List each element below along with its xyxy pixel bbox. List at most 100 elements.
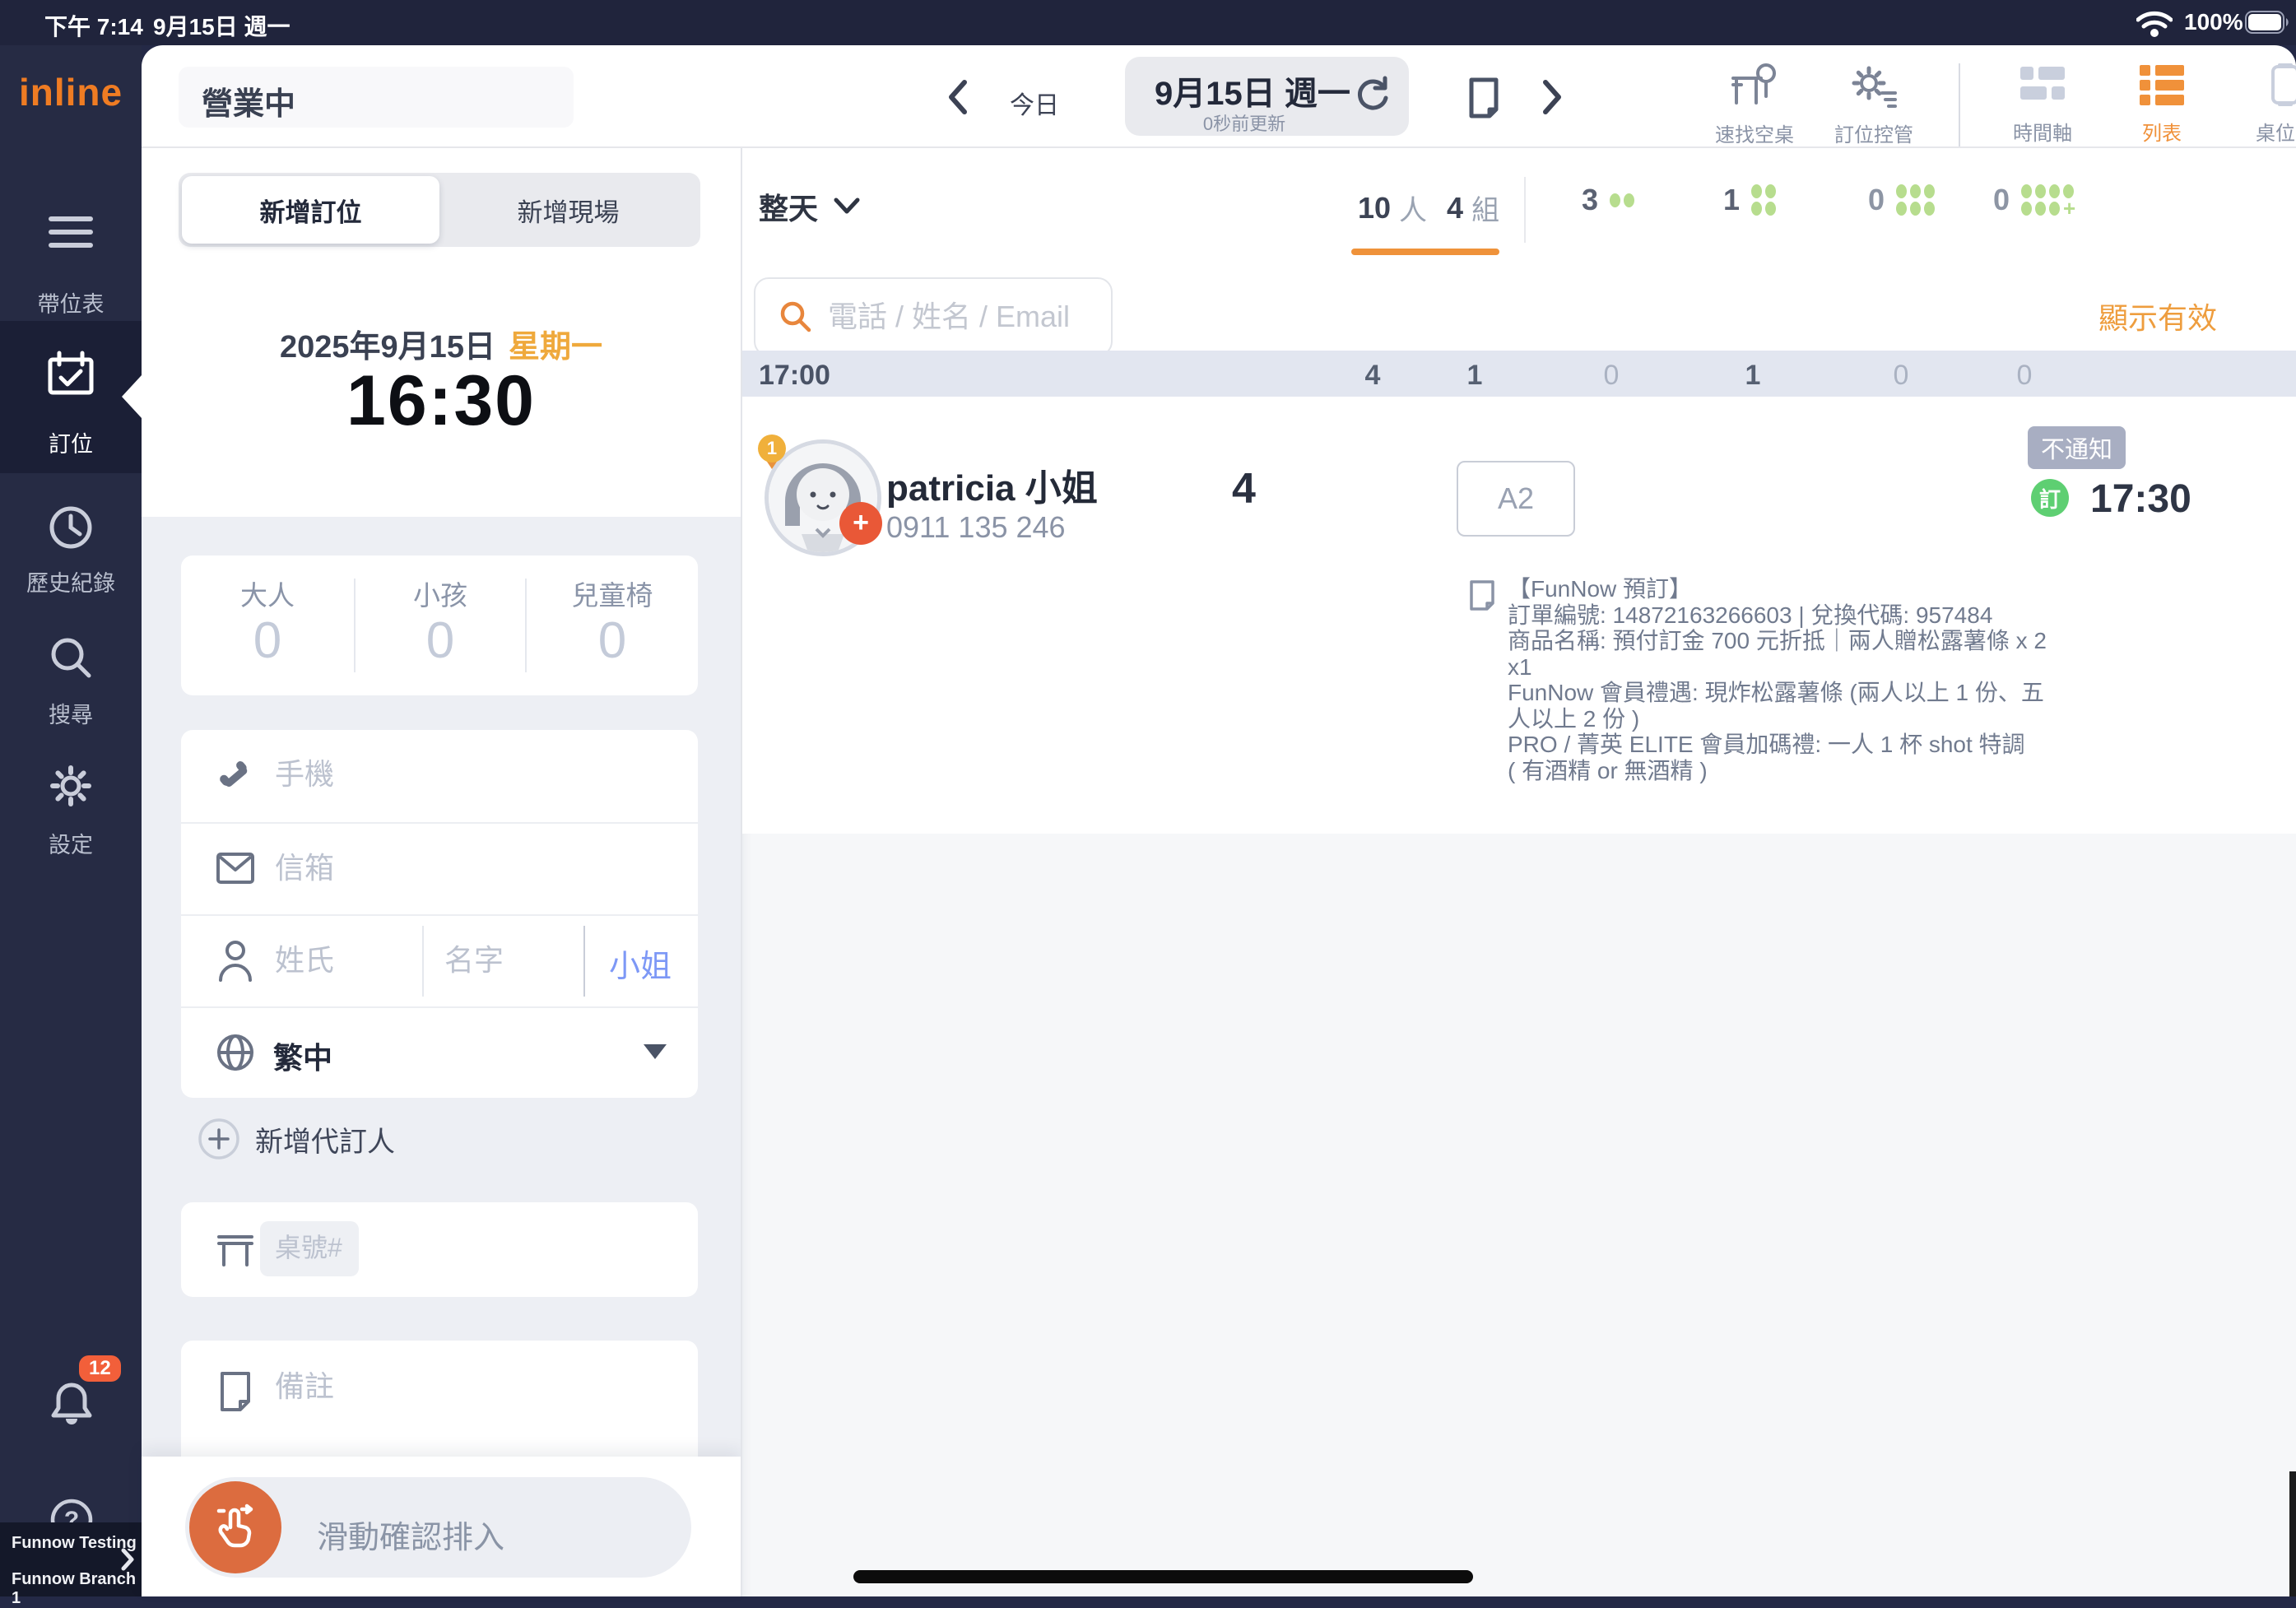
party-dots-6 [1896,184,1935,216]
time-label: 16:30 [346,361,536,440]
range-selector[interactable]: 整天 [759,185,861,228]
day-note-icon[interactable] [1465,77,1503,119]
booking-control-button[interactable]: 訂位控管 [1820,62,1927,147]
no-notify-badge: 不通知 [2028,426,2126,469]
sidebar-item-seating-list[interactable]: 帶位表 [0,181,142,321]
selected-date[interactable]: 2025年9月15日 星期一 [142,321,741,366]
filter-size-3-4[interactable]: 1 [1723,183,1776,217]
divider [583,926,585,997]
venue-switcher[interactable]: Funnow Testing Funnow Branch 1 [0,1522,142,1596]
panel-tabs: 新增訂位 新增現場 [179,173,700,247]
slot-count: 4 [1348,360,1397,392]
booking-control-gear-icon [1847,62,1900,109]
reservation-row[interactable]: 1 + patricia 小姐 0911 135 246 4 A2 不通知 訂 … [742,397,2296,834]
notification-badge: 12 [79,1355,121,1382]
honorific-selector[interactable]: 小姐 [609,941,672,986]
prev-day-button[interactable] [946,78,979,119]
filter-size-5-6[interactable]: 0 [1868,183,1935,217]
person-icon [217,939,253,982]
toolbar-label: 速找空桌 [1701,119,1808,147]
venue-name: Funnow Testing [12,1534,137,1553]
slider-label: 滑動確認排入 [317,1512,504,1557]
language-value: 繁中 [273,1034,332,1077]
sidebar-item-search[interactable]: 搜尋 [0,621,142,753]
filter-count: 0 [1868,183,1885,217]
status-time: 下午 7:14 [44,9,143,42]
funnow-badge: + [839,502,882,545]
bell-icon [48,1378,95,1429]
confirm-slider[interactable]: 滑動確認排入 [185,1477,691,1578]
reservation-time: 17:30 [2090,476,2191,522]
sidebar-item-settings[interactable]: 設定 [0,751,142,883]
phone-input[interactable] [273,756,672,792]
chevron-left-icon [946,78,969,116]
sidebar-item-history[interactable]: 歷史紀錄 [0,490,142,621]
first-name-input[interactable] [443,942,561,978]
filter-size-7-plus[interactable]: 0 + [1993,183,2074,217]
name-row: 小姐 [181,916,698,1006]
status-glyph: 訂 [2039,483,2061,514]
timeline-icon [2017,62,2068,108]
open-status-label: 營業中 [202,78,295,123]
table-number-input[interactable] [260,1221,354,1263]
floor-map-button[interactable]: 桌位圖 [2232,62,2296,146]
chevron-right-icon [1541,78,1564,116]
sidebar-item-reservations[interactable]: 訂位 [0,321,142,473]
party-dots-2 [1610,193,1634,207]
current-date-label: 9月15日 週一 [1155,67,1350,114]
assigned-table[interactable]: A2 [1457,461,1575,537]
list-view-button[interactable]: 列表 [2112,62,2211,146]
branch-name: Funnow Branch 1 [12,1570,142,1608]
inline-logo: inline [19,71,123,114]
tab-label: 新增現場 [518,192,620,229]
notifications-button[interactable]: 12 [0,1345,142,1444]
add-booker-button[interactable]: 新增代訂人 [198,1118,395,1160]
show-valid-link[interactable]: 顯示有效 [2098,295,2217,337]
search-icon [779,300,813,334]
search-icon [48,634,94,681]
search-field[interactable] [754,277,1113,356]
slot-count: 0 [1587,360,1636,392]
table-label: A2 [1498,481,1534,516]
booked-status-icon: 訂 [2031,479,2069,517]
settings-gear-icon [48,763,94,809]
filter-size-1-2[interactable]: 3 [1582,183,1634,217]
email-input[interactable] [273,850,672,886]
sidebar-item-label: 訂位 [0,426,142,458]
phone-row[interactable] [181,730,698,822]
search-input[interactable] [826,299,1076,335]
toolbar-label: 訂位控管 [1820,119,1927,147]
chevron-down-icon [833,197,861,216]
add-booker-label: 新增代訂人 [255,1119,395,1160]
find-empty-table-button[interactable]: 速找空桌 [1701,62,1808,147]
slider-knob[interactable] [189,1481,281,1573]
date-selector[interactable]: 9月15日 週一 0秒前更新 [1125,57,1409,136]
refresh-icon[interactable] [1354,75,1390,111]
note-input[interactable] [273,1369,663,1405]
table-number-card [181,1202,698,1297]
table-icon [216,1232,255,1268]
tab-people-groups[interactable]: 10 人 4 組 [1358,188,1499,228]
reservation-note: 【FunNow 預訂】 訂單編號: 14872163266603 | 兌換代碼:… [1508,576,2051,783]
plus-circle-icon [198,1118,240,1160]
scrollbar[interactable] [2289,1471,2296,1596]
status-date: 9月15日 週一 [153,9,290,42]
next-day-button[interactable] [1541,78,1573,119]
selected-time[interactable]: 16:30 [142,360,741,442]
table-number-field[interactable] [260,1221,359,1276]
timeline-view-button[interactable]: 時間軸 [1993,62,2092,146]
adults-value: 0 [181,611,354,670]
tab-new-reservation[interactable]: 新增訂位 [182,176,439,244]
last-name-input[interactable] [273,942,408,978]
filter-count: 0 [1993,183,2010,217]
email-row[interactable] [181,824,698,914]
seating-list-icon [48,214,94,250]
slot-count: 0 [2000,360,2049,392]
find-table-icon [1728,62,1781,109]
weekday-label: 星期一 [509,321,602,366]
language-row[interactable]: 繁中 [181,1008,698,1098]
today-button[interactable]: 今日 [1010,85,1059,121]
active-tab-underline [1351,249,1499,255]
tab-walk-in[interactable]: 新增現場 [439,173,697,247]
date-label: 2025年9月15日 [280,321,495,366]
